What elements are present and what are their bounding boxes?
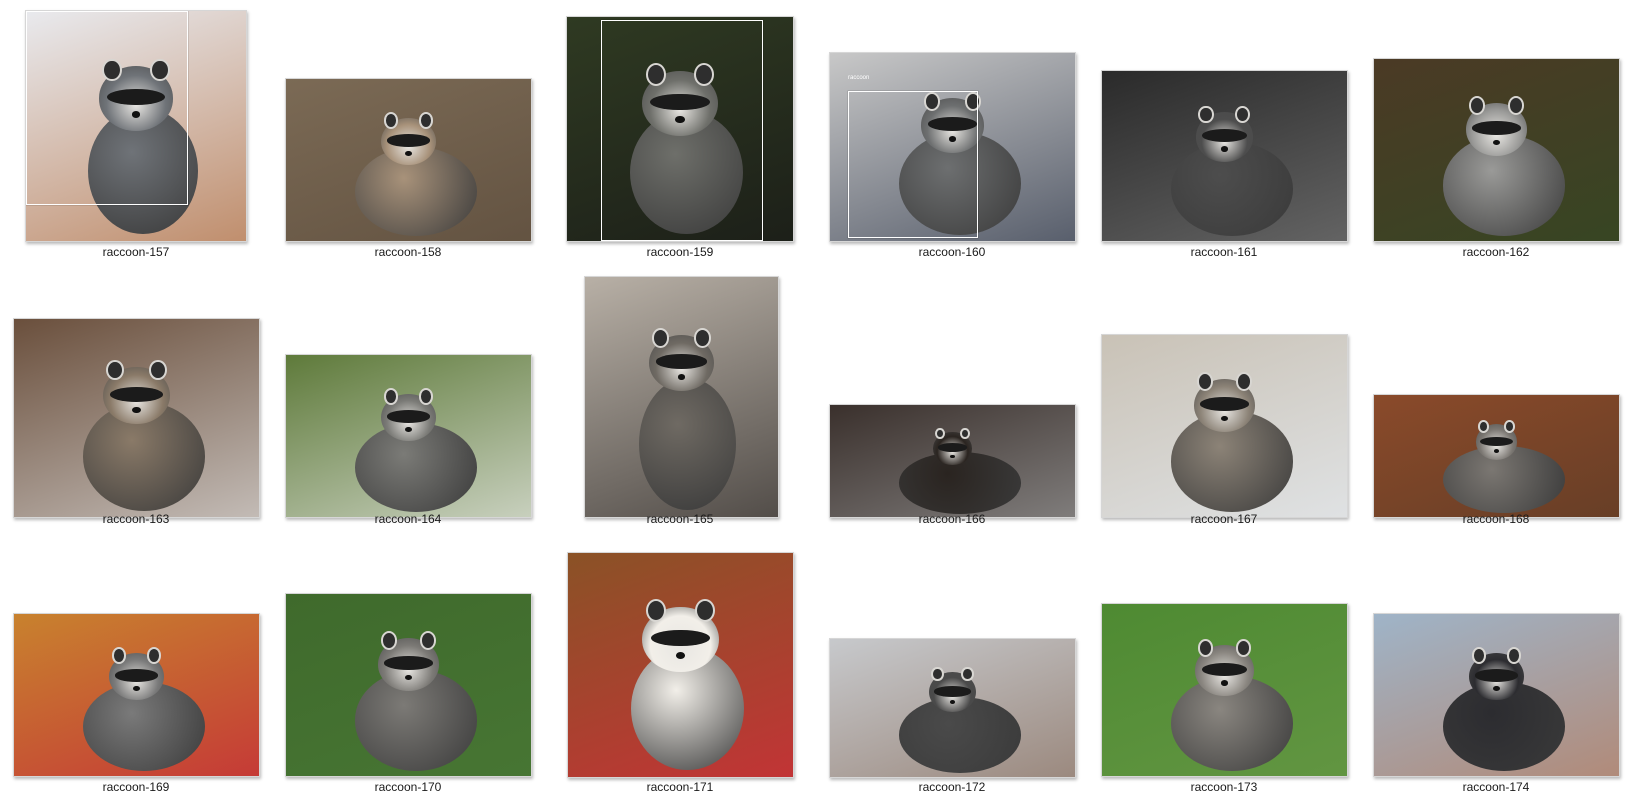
thumbnail-grid: raccoon-157 raccoon-158 raccoon-159 raccoon… xyxy=(0,0,1630,808)
file-tile[interactable]: raccoon-171 xyxy=(544,530,816,805)
file-tile[interactable]: raccoon-159 xyxy=(544,0,816,275)
thumbnail-image[interactable] xyxy=(285,354,532,518)
file-tile[interactable]: raccoon-168 xyxy=(1360,270,1630,545)
image-watermark: raccoon xyxy=(848,75,870,81)
file-tile[interactable]: raccoon raccoon-160 xyxy=(816,0,1088,275)
thumbnail-image[interactable] xyxy=(829,404,1076,518)
file-name-label[interactable]: raccoon-170 xyxy=(272,780,544,794)
thumbnail-image[interactable] xyxy=(25,10,247,242)
file-name-label[interactable]: raccoon-172 xyxy=(816,780,1088,794)
thumbnail-image[interactable] xyxy=(566,16,794,242)
thumbnail-image[interactable] xyxy=(1101,334,1348,518)
file-tile[interactable]: raccoon-161 xyxy=(1088,0,1360,275)
file-name-label[interactable]: raccoon-173 xyxy=(1088,780,1360,794)
file-tile[interactable]: raccoon-165 xyxy=(544,270,816,545)
thumbnail-image[interactable]: raccoon xyxy=(829,52,1076,242)
file-name-label[interactable]: raccoon-166 xyxy=(816,512,1088,526)
file-tile[interactable]: raccoon-166 xyxy=(816,270,1088,545)
file-name-label[interactable]: raccoon-157 xyxy=(0,245,272,259)
thumbnail-image[interactable] xyxy=(1373,58,1620,242)
file-name-label[interactable]: raccoon-162 xyxy=(1360,245,1630,259)
file-name-label[interactable]: raccoon-164 xyxy=(272,512,544,526)
thumbnail-image[interactable] xyxy=(285,593,532,777)
file-name-label[interactable]: raccoon-174 xyxy=(1360,780,1630,794)
file-name-label[interactable]: raccoon-161 xyxy=(1088,245,1360,259)
file-name-label[interactable]: raccoon-158 xyxy=(272,245,544,259)
file-name-label[interactable]: raccoon-165 xyxy=(544,512,816,526)
file-tile[interactable]: raccoon-157 xyxy=(0,0,272,275)
thumbnail-image[interactable] xyxy=(285,78,532,242)
thumbnail-image[interactable] xyxy=(1101,70,1348,242)
file-tile[interactable]: raccoon-172 xyxy=(816,530,1088,805)
file-tile[interactable]: raccoon-174 xyxy=(1360,530,1630,805)
file-tile[interactable]: raccoon-163 xyxy=(0,270,272,545)
thumbnail-image[interactable] xyxy=(584,276,779,518)
file-tile[interactable]: raccoon-162 xyxy=(1360,0,1630,275)
thumbnail-image[interactable] xyxy=(1101,603,1348,777)
file-name-label[interactable]: raccoon-163 xyxy=(0,512,272,526)
file-tile[interactable]: raccoon-164 xyxy=(272,270,544,545)
file-name-label[interactable]: raccoon-168 xyxy=(1360,512,1630,526)
file-tile[interactable]: raccoon-173 xyxy=(1088,530,1360,805)
file-name-label[interactable]: raccoon-171 xyxy=(544,780,816,794)
file-tile[interactable]: raccoon-158 xyxy=(272,0,544,275)
thumbnail-image[interactable] xyxy=(1373,394,1620,518)
file-tile[interactable]: raccoon-170 xyxy=(272,530,544,805)
file-name-label[interactable]: raccoon-160 xyxy=(816,245,1088,259)
thumbnail-image[interactable] xyxy=(13,613,260,777)
thumbnail-image[interactable] xyxy=(829,638,1076,778)
thumbnail-image[interactable] xyxy=(567,552,794,778)
file-name-label[interactable]: raccoon-169 xyxy=(0,780,272,794)
thumbnail-image[interactable] xyxy=(1373,613,1620,777)
file-tile[interactable]: raccoon-167 xyxy=(1088,270,1360,545)
file-name-label[interactable]: raccoon-159 xyxy=(544,245,816,259)
file-name-label[interactable]: raccoon-167 xyxy=(1088,512,1360,526)
file-tile[interactable]: raccoon-169 xyxy=(0,530,272,805)
thumbnail-image[interactable] xyxy=(13,318,260,518)
